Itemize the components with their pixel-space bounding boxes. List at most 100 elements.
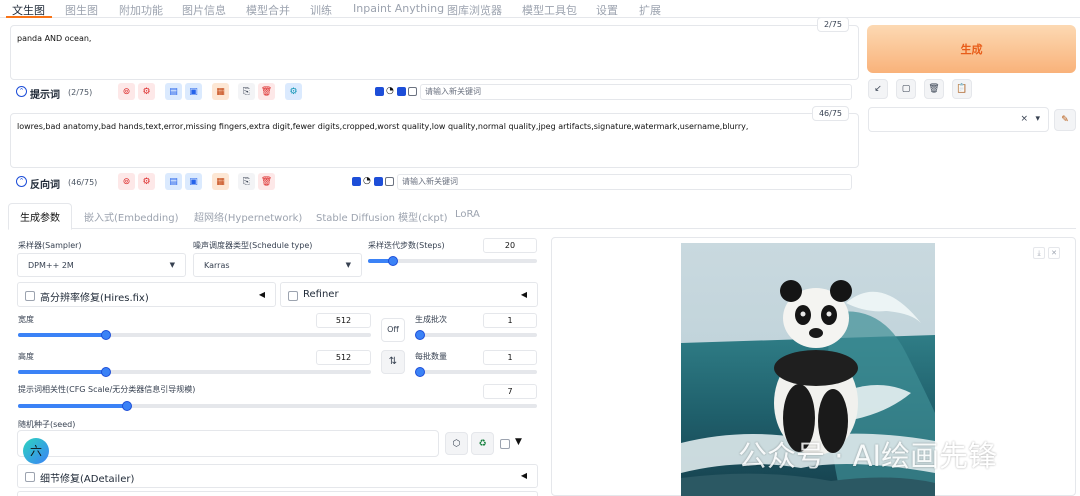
- swap-dimensions-icon[interactable]: ⇅: [381, 350, 405, 374]
- seed-input[interactable]: [17, 430, 439, 457]
- tab-settings[interactable]: 设置: [596, 2, 618, 18]
- steps-input[interactable]: 20: [483, 238, 537, 253]
- delete-prompt-icon[interactable]: 🗑: [258, 83, 275, 100]
- prompt-keyword-input[interactable]: 请输入新关键词: [420, 84, 852, 100]
- clear-icon[interactable]: ▢: [896, 79, 916, 99]
- batch-count-slider[interactable]: [415, 330, 537, 340]
- load-negative-icon[interactable]: ▤: [165, 173, 182, 190]
- styles-dropdown[interactable]: × ▾: [868, 107, 1049, 132]
- copy-negative-icon[interactable]: ⎘: [238, 173, 255, 190]
- hires-fix-accordion[interactable]: 高分辨率修复(Hires.fix) ◀: [17, 282, 276, 307]
- dice-icon[interactable]: ⬡: [445, 432, 468, 455]
- subtab-embedding[interactable]: 嵌入式(Embedding): [84, 209, 179, 224]
- subtab-generation[interactable]: 生成参数: [20, 209, 60, 224]
- recycle-icon[interactable]: ♻: [471, 432, 494, 455]
- delete-negative-icon[interactable]: 🗑: [258, 173, 275, 190]
- prompt-option-checkbox-2[interactable]: [397, 87, 406, 96]
- tab-inpaint-anything[interactable]: Inpaint Anything: [353, 2, 444, 15]
- styles-clear-icon[interactable]: ×: [1020, 114, 1028, 124]
- prompt-option-checkbox-1[interactable]: [375, 87, 384, 96]
- width-slider[interactable]: [18, 330, 371, 340]
- save-prompt-icon[interactable]: ▣: [185, 83, 202, 100]
- adetailer-checkbox[interactable]: [25, 472, 35, 482]
- tab-merge[interactable]: 模型合并: [246, 2, 290, 18]
- translate-prompt-icon[interactable]: ⚙: [285, 83, 302, 100]
- cfg-slider-handle[interactable]: [121, 401, 132, 411]
- seed-badge: 六: [23, 438, 49, 464]
- batch-size-slider[interactable]: [415, 367, 537, 377]
- subtab-hypernetwork[interactable]: 超网络(Hypernetwork): [194, 209, 302, 224]
- trash-icon[interactable]: 🗑: [924, 79, 944, 99]
- batch-count-input[interactable]: 1: [483, 313, 537, 328]
- tab-train[interactable]: 训练: [310, 2, 332, 18]
- styles-chevron-down-icon[interactable]: ▾: [1035, 114, 1040, 124]
- tab-gallery[interactable]: 图库浏览器: [447, 2, 502, 18]
- prompt-option-checkbox-3[interactable]: [408, 87, 417, 96]
- steps-slider[interactable]: [368, 256, 537, 266]
- tab-png-info[interactable]: 图片信息: [182, 2, 226, 18]
- height-slider[interactable]: [18, 367, 371, 377]
- negative-history-icon[interactable]: ◔: [363, 176, 371, 186]
- clear-negative-icon[interactable]: ⊚: [118, 173, 135, 190]
- prompt-image-icon[interactable]: ▦: [212, 83, 229, 100]
- clipboard-icon[interactable]: 📋: [952, 79, 972, 99]
- negative-prompt-input[interactable]: lowres,bad anatomy,bad hands,text,error,…: [10, 113, 859, 168]
- random-prompt-icon[interactable]: ⚙: [138, 83, 155, 100]
- sampler-chevron-down-icon: ▼: [169, 261, 175, 269]
- collapse-negative-icon[interactable]: ⌃: [16, 176, 27, 187]
- cfg-slider[interactable]: [18, 401, 537, 411]
- refiner-collapse-icon[interactable]: ◀: [521, 290, 527, 299]
- refiner-accordion[interactable]: Refiner ◀: [280, 282, 538, 307]
- extra-seed-checkbox[interactable]: [500, 439, 510, 449]
- subtab-lora[interactable]: LoRA: [455, 209, 480, 220]
- collapse-prompt-icon[interactable]: ⌃: [16, 86, 27, 97]
- subtab-checkpoint[interactable]: Stable Diffusion 模型(ckpt): [316, 209, 448, 224]
- refiner-checkbox[interactable]: [288, 291, 298, 301]
- history-icon[interactable]: ◔: [386, 86, 394, 96]
- clear-prompt-icon[interactable]: ⊚: [118, 83, 135, 100]
- schedule-value: Karras: [204, 261, 230, 270]
- batch-size-slider-handle[interactable]: [415, 367, 425, 377]
- height-slider-handle[interactable]: [101, 367, 112, 377]
- copy-prompt-icon[interactable]: ⎘: [238, 83, 255, 100]
- height-label: 高度: [18, 352, 34, 361]
- sampler-dropdown[interactable]: DPM++ 2M ▼: [17, 253, 186, 277]
- hires-collapse-icon[interactable]: ◀: [259, 290, 265, 299]
- extra-seed-expand-icon[interactable]: ▼: [515, 437, 522, 447]
- tab-extensions[interactable]: 扩展: [639, 2, 661, 18]
- load-prompt-icon[interactable]: ▤: [165, 83, 182, 100]
- height-input[interactable]: 512: [316, 350, 371, 365]
- width-input[interactable]: 512: [316, 313, 371, 328]
- tab-model-toolkit[interactable]: 模型工具包: [522, 2, 577, 18]
- prompt-input[interactable]: panda AND ocean,: [10, 25, 859, 80]
- aspect-toggle-button[interactable]: Off: [381, 318, 405, 342]
- tab-extras[interactable]: 附加功能: [119, 2, 163, 18]
- edit-styles-icon[interactable]: ✎: [1054, 109, 1076, 131]
- adetailer-label: 细节修复(ADetailer): [40, 474, 135, 485]
- tab-img2img[interactable]: 图生图: [65, 2, 98, 18]
- negative-image-icon[interactable]: ▦: [212, 173, 229, 190]
- schedule-dropdown[interactable]: Karras ▼: [193, 253, 362, 277]
- width-slider-handle[interactable]: [101, 330, 112, 340]
- close-icon[interactable]: ✕: [1048, 247, 1060, 259]
- sampler-value: DPM++ 2M: [28, 261, 74, 270]
- batch-size-input[interactable]: 1: [483, 350, 537, 365]
- cfg-input[interactable]: 7: [483, 384, 537, 399]
- negative-keyword-input[interactable]: 请输入新关键词: [397, 174, 852, 190]
- negative-option-checkbox-2[interactable]: [374, 177, 383, 186]
- negative-option-checkbox-1[interactable]: [352, 177, 361, 186]
- negative-option-checkbox-3[interactable]: [385, 177, 394, 186]
- steps-label: 采样迭代步数(Steps): [368, 241, 445, 250]
- steps-slider-handle[interactable]: [388, 256, 399, 266]
- generate-button[interactable]: 生成: [867, 25, 1076, 73]
- save-negative-icon[interactable]: ▣: [185, 173, 202, 190]
- random-negative-icon[interactable]: ⚙: [138, 173, 155, 190]
- adetailer-collapse-icon[interactable]: ◀: [521, 471, 527, 480]
- download-icon[interactable]: ⤓: [1033, 247, 1045, 259]
- batch-count-slider-handle[interactable]: [415, 330, 425, 340]
- hires-fix-checkbox[interactable]: [25, 291, 35, 301]
- cfg-label: 提示词相关性(CFG Scale/无分类器信息引导规模): [18, 385, 196, 394]
- negative-label: 反向词: [30, 180, 60, 191]
- adetailer-accordion[interactable]: 细节修复(ADetailer) ◀: [17, 464, 538, 488]
- restore-prompt-icon[interactable]: ↙: [868, 79, 888, 99]
